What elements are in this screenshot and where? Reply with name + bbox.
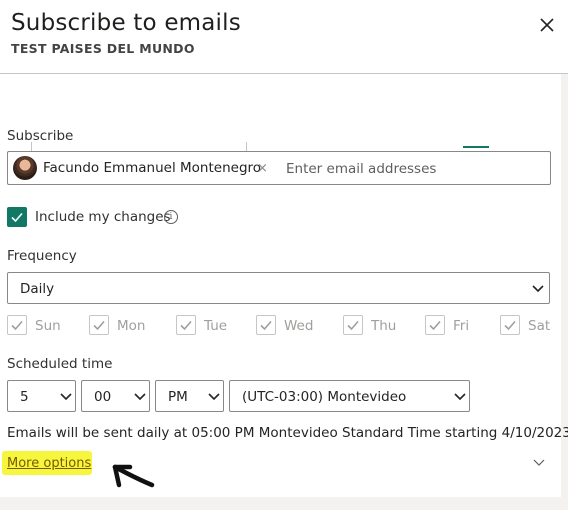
minute-value: 00 <box>94 389 112 405</box>
day-label-thu: Thu <box>371 318 397 334</box>
checkmark-icon <box>180 320 192 331</box>
chevron-down-icon <box>134 393 146 401</box>
include-changes-label: Include my changes <box>35 209 171 225</box>
day-checkbox-wed[interactable] <box>256 315 276 335</box>
chevron-down-icon <box>60 393 72 401</box>
day-checkbox-sun[interactable] <box>7 315 27 335</box>
more-options-link[interactable]: More options <box>7 456 91 471</box>
day-label-sat: Sat <box>528 318 551 334</box>
info-icon[interactable]: i <box>164 210 178 224</box>
avatar <box>13 156 37 180</box>
scrollbar-track[interactable] <box>561 74 568 510</box>
day-checkbox-fri[interactable] <box>425 315 445 335</box>
email-recipients-field[interactable]: Facundo Emmanuel Montenegro × <box>7 151 551 185</box>
checkmark-icon <box>93 320 105 331</box>
day-label-wed: Wed <box>284 318 314 334</box>
scheduled-time-label: Scheduled time <box>7 356 113 372</box>
hour-select[interactable]: 5 <box>7 380 76 412</box>
schedule-notice: Emails will be sent daily at 05:00 PM Mo… <box>7 425 568 441</box>
email-input[interactable] <box>284 156 543 182</box>
frequency-select[interactable]: Daily <box>7 272 550 304</box>
dialog-header: Subscribe to emails TEST PAISES DEL MUND… <box>0 0 568 74</box>
timezone-select[interactable]: (UTC-03:00) Montevideo <box>229 380 470 412</box>
checkmark-icon <box>504 320 516 331</box>
day-label-sun: Sun <box>35 318 61 334</box>
chevron-down-icon <box>532 285 544 293</box>
dialog-title: Subscribe to emails <box>11 10 241 36</box>
remove-recipient-icon[interactable]: × <box>257 161 268 176</box>
timezone-value: (UTC-03:00) Montevideo <box>242 389 407 405</box>
day-checkbox-sat[interactable] <box>500 315 520 335</box>
report-name: TEST PAISES DEL MUNDO <box>11 41 195 56</box>
day-label-mon: Mon <box>117 318 146 334</box>
day-label-fri: Fri <box>453 318 470 334</box>
hour-value: 5 <box>20 389 29 405</box>
checkmark-icon <box>347 320 359 331</box>
subscribe-label: Subscribe <box>7 128 74 144</box>
checkmark-icon <box>11 212 23 223</box>
include-changes-checkbox[interactable] <box>7 207 27 227</box>
frequency-label: Frequency <box>7 248 77 264</box>
chevron-down-icon[interactable] <box>533 458 545 468</box>
close-button[interactable] <box>536 14 558 36</box>
checkmark-icon <box>11 320 23 331</box>
partial-toggle[interactable] <box>463 146 489 148</box>
arrow-annotation-icon <box>112 464 155 488</box>
day-checkbox-tue[interactable] <box>176 315 196 335</box>
ampm-value: PM <box>168 389 188 405</box>
ampm-select[interactable]: PM <box>155 380 224 412</box>
dialog-footer-strip <box>0 497 568 510</box>
chevron-down-icon <box>454 393 466 401</box>
day-label-tue: Tue <box>204 318 228 334</box>
recipient-name: Facundo Emmanuel Montenegro <box>43 160 262 176</box>
minute-select[interactable]: 00 <box>81 380 150 412</box>
frequency-value: Daily <box>20 281 55 297</box>
checkmark-icon <box>260 320 272 331</box>
chevron-down-icon <box>208 393 220 401</box>
day-checkbox-mon[interactable] <box>89 315 109 335</box>
checkmark-icon <box>429 320 441 331</box>
close-icon <box>540 18 554 32</box>
day-checkbox-thu[interactable] <box>343 315 363 335</box>
